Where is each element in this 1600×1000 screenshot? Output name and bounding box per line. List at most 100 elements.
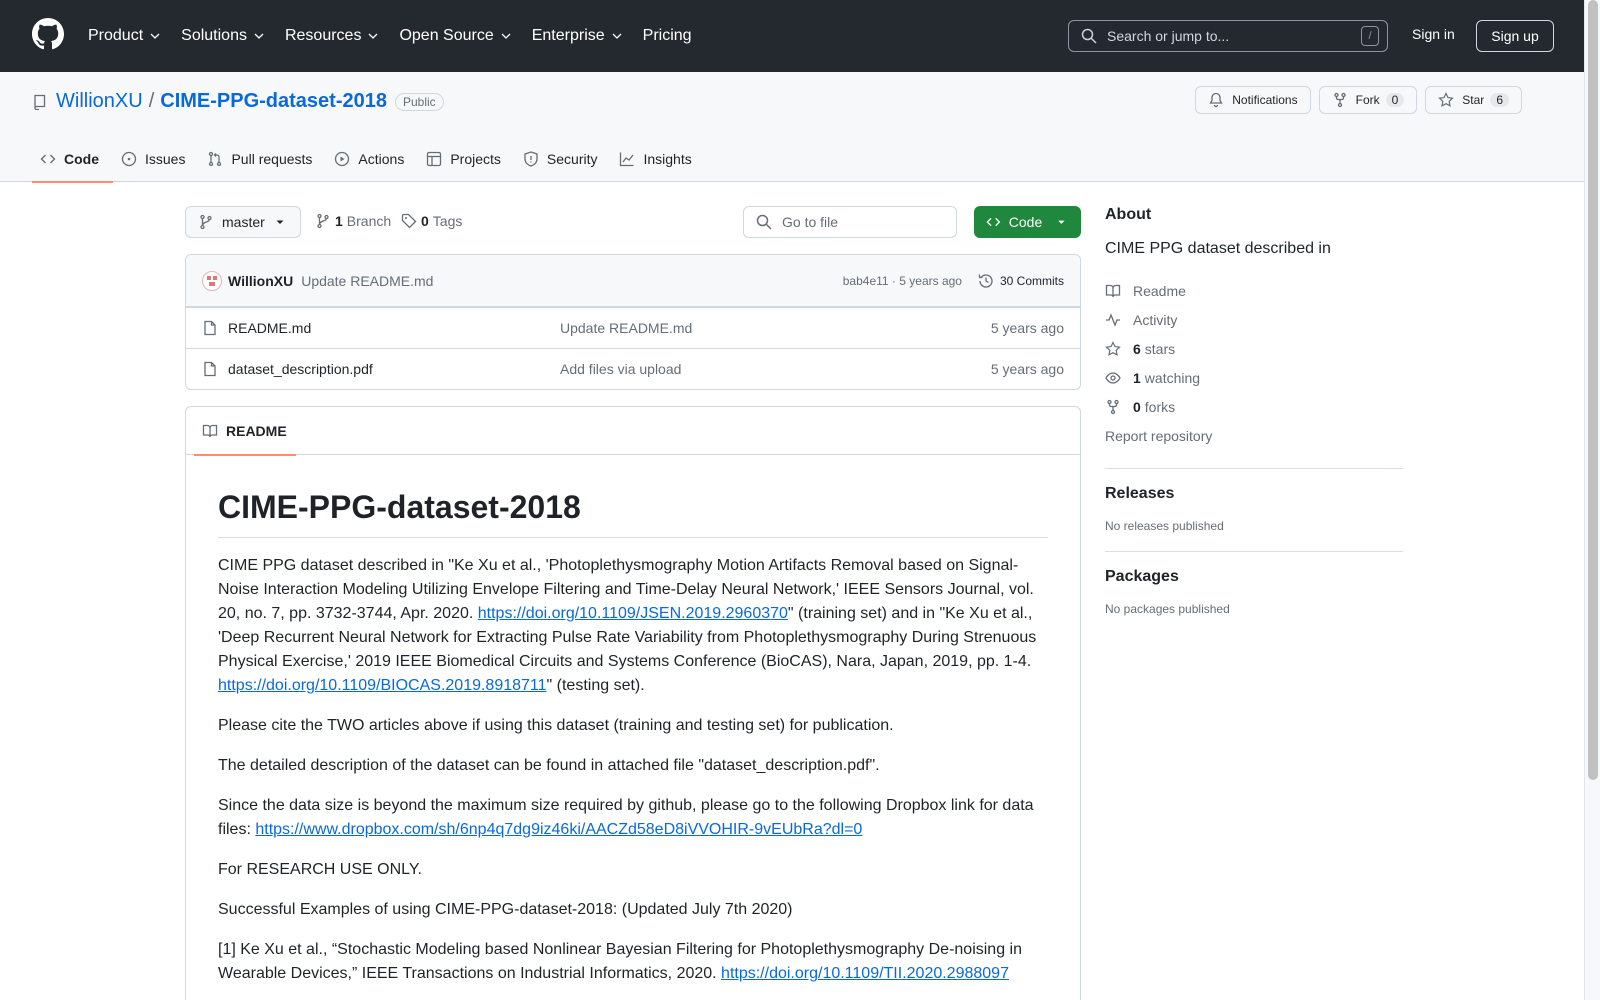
go-to-file-placeholder: Go to file <box>782 214 839 230</box>
avatar[interactable] <box>202 270 222 291</box>
code-icon <box>986 217 1001 227</box>
sidebar-divider <box>1105 551 1403 552</box>
go-to-file-input[interactable]: Go to file <box>743 206 957 238</box>
nav-pricing[interactable]: Pricing <box>643 27 692 45</box>
sign-in-link[interactable]: Sign in <box>1412 26 1455 42</box>
nav-product-label: Product <box>88 27 144 44</box>
history-icon <box>978 273 993 288</box>
file-date: 5 years ago <box>990 320 1064 336</box>
repo-owner-link[interactable]: WillionXU <box>56 90 143 113</box>
commit-author-link[interactable]: WillionXU <box>228 273 293 289</box>
tab-projects[interactable]: Projects <box>418 136 515 182</box>
nav-open-source-label: Open Source <box>399 27 494 44</box>
sidebar-watching-link[interactable]: 1 watching <box>1105 363 1403 392</box>
tab-code[interactable]: Code <box>32 136 113 183</box>
global-search-input[interactable]: Search or jump to... / <box>1068 20 1388 52</box>
sidebar-divider <box>1105 468 1403 469</box>
global-nav: Product Solutions Resources Open Source … <box>88 0 712 72</box>
commits-history-link[interactable]: 30 Commits <box>978 273 1064 289</box>
chevron-down-icon <box>368 33 378 39</box>
fork-button[interactable]: Fork 0 <box>1318 86 1418 114</box>
nav-open-source[interactable]: Open Source <box>399 27 511 45</box>
star-button[interactable]: Star 6 <box>1425 86 1522 114</box>
nav-solutions[interactable]: Solutions <box>181 27 265 45</box>
identicon-icon <box>207 275 217 286</box>
readme-content: CIME-PPG-dataset-2018 CIME PPG dataset d… <box>186 455 1080 986</box>
search-icon <box>1081 28 1097 44</box>
repo-header: WillionXU / CIME-PPG-dataset-2018 Public… <box>0 72 1584 183</box>
nav-resources[interactable]: Resources <box>285 27 379 45</box>
tab-code-label: Code <box>64 151 99 167</box>
branches-link[interactable]: 1 Branch <box>315 213 391 229</box>
code-dropdown-button[interactable]: Code <box>974 206 1081 238</box>
chevron-down-icon <box>150 33 160 39</box>
chevron-down-icon <box>254 33 264 39</box>
releases-heading[interactable]: Releases <box>1105 485 1403 503</box>
commit-hash-link[interactable]: bab4e11 <box>843 274 889 288</box>
about-description: CIME PPG dataset described in <box>1105 240 1331 257</box>
graph-icon <box>620 152 634 167</box>
file-date: 5 years ago <box>990 361 1064 377</box>
repo-name-link[interactable]: CIME-PPG-dataset-2018 <box>160 90 387 113</box>
notifications-button[interactable]: Notifications <box>1195 86 1311 114</box>
sidebar-watching-label: watching <box>1144 369 1201 386</box>
file-icon <box>204 320 216 336</box>
commit-message-link[interactable]: Update README.md <box>301 273 843 289</box>
vertical-scrollbar[interactable] <box>1584 0 1600 1000</box>
report-repository-link[interactable]: Report repository <box>1105 421 1403 450</box>
tab-pull-requests[interactable]: Pull requests <box>199 136 326 182</box>
commit-time: 5 years ago <box>899 273 962 288</box>
nav-product[interactable]: Product <box>88 27 161 45</box>
tab-security[interactable]: Security <box>515 136 612 182</box>
repo-actions: Notifications Fork 0 Star 6 <box>1187 86 1522 114</box>
file-row: README.md Update README.md 5 years ago <box>186 307 1080 348</box>
repo-icon <box>34 94 46 110</box>
doi-link-example[interactable]: https://doi.org/10.1109/TII.2020.2988097 <box>721 965 1009 982</box>
dropbox-link[interactable]: https://www.dropbox.com/sh/6np4q7dg9iz46… <box>255 821 862 838</box>
repo-title: WillionXU / CIME-PPG-dataset-2018 Public <box>32 90 444 113</box>
file-commit-message-link[interactable]: Update README.md <box>560 320 991 336</box>
file-name-link[interactable]: dataset_description.pdf <box>228 361 560 377</box>
code-button-label: Code <box>1008 214 1043 230</box>
nav-enterprise[interactable]: Enterprise <box>532 27 623 45</box>
sidebar-activity-label: Activity <box>1133 311 1178 328</box>
readme-paragraph: The detailed description of the dataset … <box>218 757 880 774</box>
packages-heading[interactable]: Packages <box>1105 568 1403 586</box>
branch-count: 1 <box>335 213 343 229</box>
tab-actions[interactable]: Actions <box>326 136 418 182</box>
doi-link-training[interactable]: https://doi.org/10.1109/JSEN.2019.296037… <box>478 605 788 622</box>
chevron-down-icon <box>612 33 622 39</box>
sidebar-readme-link[interactable]: Readme <box>1105 276 1403 305</box>
file-name-link[interactable]: README.md <box>228 320 560 336</box>
doi-link-testing[interactable]: https://doi.org/10.1109/BIOCAS.2019.8918… <box>218 677 547 694</box>
tab-issues[interactable]: Issues <box>113 136 199 182</box>
scrollbar-thumb[interactable] <box>1588 0 1598 780</box>
tags-link[interactable]: 0 Tags <box>401 213 462 229</box>
sign-up-button[interactable]: Sign up <box>1476 20 1554 52</box>
tag-icon <box>401 213 417 229</box>
commits-count-label: 30 Commits <box>999 273 1064 288</box>
search-icon <box>756 214 772 230</box>
readme-paragraph: Successful Examples of using CIME-PPG-da… <box>218 901 793 918</box>
sidebar-forks-link[interactable]: 0 forks <box>1105 392 1403 421</box>
nav-pricing-label: Pricing <box>642 27 692 44</box>
sidebar-stars-link[interactable]: 6 stars <box>1105 334 1403 363</box>
sidebar-activity-link[interactable]: Activity <box>1105 305 1403 334</box>
visibility-badge: Public <box>395 92 444 111</box>
branch-select-button[interactable]: master <box>185 206 301 238</box>
play-icon <box>335 151 350 167</box>
readme-text: " (testing set). <box>546 677 645 694</box>
about-heading: About <box>1105 206 1152 223</box>
book-icon <box>202 424 218 438</box>
file-commit-message-link[interactable]: Add files via upload <box>560 361 991 377</box>
readme-tab[interactable]: README <box>194 407 296 456</box>
branch-icon <box>200 214 212 230</box>
readme-paragraph: Since the data size is beyond the maximu… <box>218 794 1048 842</box>
caret-down-icon <box>1058 220 1065 224</box>
sidebar-forks-label: forks <box>1144 398 1176 415</box>
sidebar-readme-label: Readme <box>1133 282 1186 299</box>
file-icon <box>204 361 216 377</box>
tab-projects-label: Projects <box>450 151 501 167</box>
github-logo-icon[interactable] <box>32 18 64 50</box>
tab-insights[interactable]: Insights <box>611 136 705 182</box>
